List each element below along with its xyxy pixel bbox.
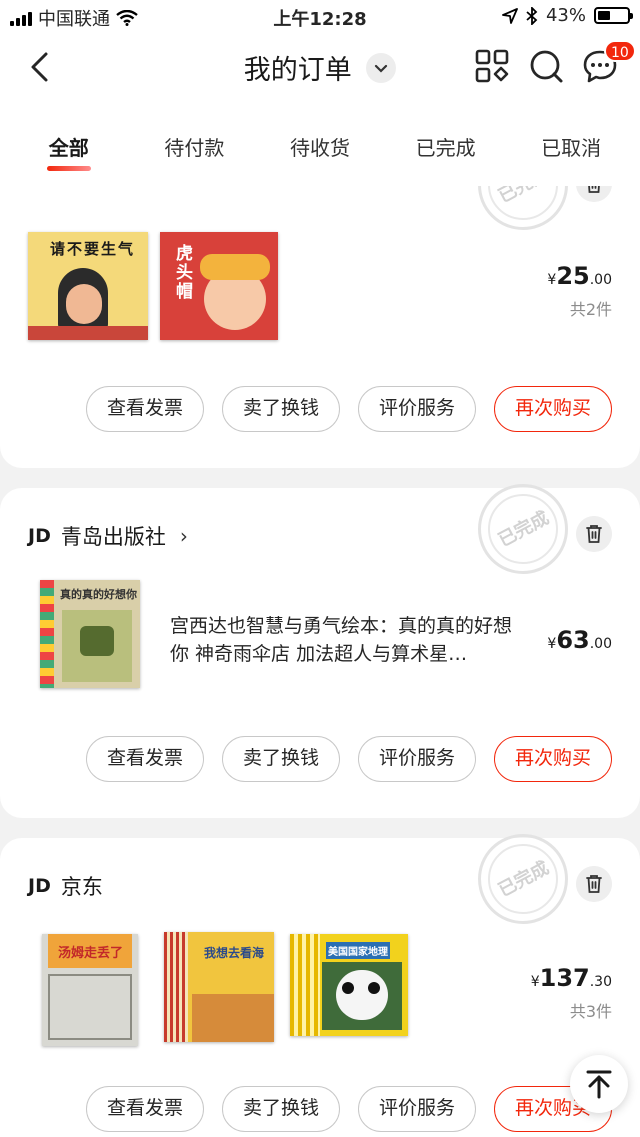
view-invoice-button[interactable]: 查看发票 <box>86 736 204 782</box>
sell-button[interactable]: 卖了换钱 <box>222 736 340 782</box>
order-card[interactable]: JD 青岛出版社 › 已完成 真的真的好想你 宫西达也智慧与勇气绘本：真的真的好… <box>0 484 640 818</box>
item-count: 共2件 <box>569 300 612 319</box>
bluetooth-icon <box>526 6 538 25</box>
trash-icon[interactable] <box>576 866 612 902</box>
review-button[interactable]: 评价服务 <box>358 1086 476 1132</box>
book-title: 真的真的好想你 <box>60 588 137 601</box>
shop-name-link[interactable]: JD 京东 <box>28 871 103 901</box>
product-image[interactable]: 虎头帽 <box>160 232 278 340</box>
trash-icon[interactable] <box>576 516 612 552</box>
book-title: 我想去看海 <box>204 946 265 960</box>
book-title: 虎头帽 <box>172 244 192 301</box>
book-title: 请不要生气 <box>50 240 136 258</box>
tab-pending-receipt[interactable]: 待收货 <box>265 100 375 186</box>
order-price: ¥25.00 共2件 <box>547 262 612 319</box>
product-image[interactable]: 请不要生气 <box>28 232 148 340</box>
page-title: 我的订单 <box>243 55 352 86</box>
product-image[interactable]: 汤姆走丢了 <box>42 934 138 1046</box>
tab-all[interactable]: 全部 <box>14 100 124 186</box>
chevron-down-icon <box>366 52 397 83</box>
message-badge: 10 <box>604 40 636 62</box>
book-title: 汤姆走丢了 <box>58 946 124 961</box>
sell-button[interactable]: 卖了换钱 <box>222 386 340 432</box>
completed-stamp: 已完成 <box>478 834 568 924</box>
status-bar: 中国联通 上午12:28 43% <box>0 0 640 34</box>
category-grid-icon[interactable] <box>474 48 510 84</box>
completed-stamp: 已完成 <box>478 484 568 574</box>
view-invoice-button[interactable]: 查看发票 <box>86 1086 204 1132</box>
tab-completed[interactable]: 已完成 <box>391 100 501 186</box>
battery-percent: 43% <box>545 5 586 26</box>
tab-pending-payment[interactable]: 待付款 <box>139 100 249 186</box>
buy-again-button[interactable]: 再次购买 <box>494 386 612 432</box>
order-card[interactable]: 已完成 请不要生气 虎头帽 ¥25.00 共2件 查看发票 卖了换钱 评价服务 … <box>0 140 640 468</box>
sell-button[interactable]: 卖了换钱 <box>222 1086 340 1132</box>
shop-name: 京东 <box>60 875 103 899</box>
product-description[interactable]: 宫西达也智慧与勇气绘本：真的真的好想你 神奇雨伞店 加法超人与算术星… <box>170 612 530 668</box>
nav-bar: 我的订单 10 <box>0 34 640 100</box>
location-arrow-icon <box>502 7 518 24</box>
product-image[interactable]: 我想去看海 <box>164 932 274 1042</box>
chevron-right-icon: › <box>179 524 188 548</box>
tab-cancelled[interactable]: 已取消 <box>516 100 626 186</box>
review-button[interactable]: 评价服务 <box>358 736 476 782</box>
jd-logo: JD <box>28 875 51 897</box>
shop-name: 青岛出版社 <box>60 525 166 549</box>
order-price: ¥63.00 <box>547 626 612 654</box>
view-invoice-button[interactable]: 查看发票 <box>86 386 204 432</box>
book-title: 美国国家地理 <box>326 942 390 959</box>
battery-icon <box>594 7 633 24</box>
jd-logo: JD <box>28 525 51 547</box>
shop-name-link[interactable]: JD 青岛出版社 › <box>28 521 188 551</box>
message-button[interactable]: 10 <box>582 40 636 84</box>
review-button[interactable]: 评价服务 <box>358 386 476 432</box>
arrow-up-icon <box>586 1070 612 1099</box>
back-to-top-button[interactable] <box>570 1055 628 1113</box>
search-icon[interactable] <box>528 48 564 84</box>
product-image[interactable]: 真的真的好想你 <box>40 580 140 688</box>
battery-level <box>598 11 611 20</box>
item-count: 共3件 <box>569 1002 612 1021</box>
order-price: ¥137.30 共3件 <box>530 964 612 1021</box>
buy-again-button[interactable]: 再次购买 <box>494 736 612 782</box>
order-tabs: 全部 待付款 待收货 已完成 已取消 <box>0 100 640 186</box>
order-card[interactable]: JD 京东 已完成 汤姆走丢了 我想去看海 美国国家地理 ¥137.30 共3件… <box>0 834 640 1137</box>
product-image[interactable]: 美国国家地理 <box>290 934 408 1036</box>
